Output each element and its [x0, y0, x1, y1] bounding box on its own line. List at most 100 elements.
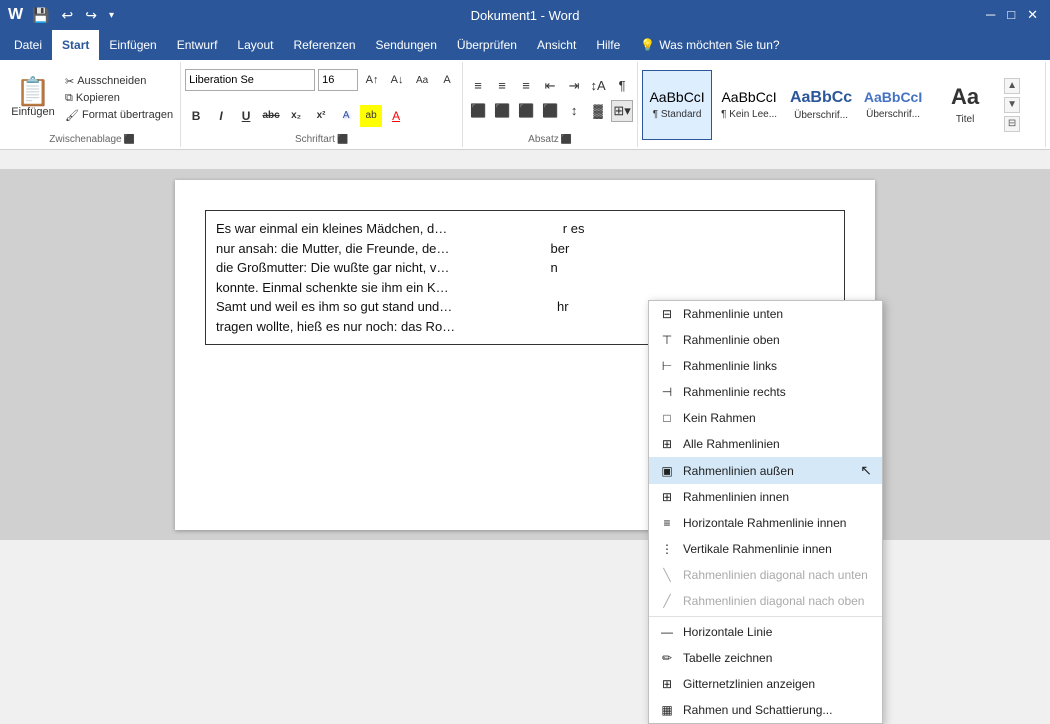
decrease-indent-btn[interactable]: ⇤	[539, 75, 561, 97]
align-left-btn[interactable]: ⬛	[467, 100, 489, 122]
decrease-font-btn[interactable]: A↓	[386, 69, 408, 91]
tab-ansicht[interactable]: Ansicht	[527, 30, 586, 60]
search-text: Was möchten Sie tun?	[659, 38, 779, 52]
paste-button[interactable]: 📋 Einfügen	[8, 68, 58, 128]
superscript-button[interactable]: x²	[310, 105, 332, 127]
mouse-cursor: ↖	[860, 462, 872, 479]
font-group-label: Schriftart ⬛	[185, 132, 458, 145]
tab-start[interactable]: Start	[52, 30, 99, 60]
bold-button[interactable]: B	[185, 105, 207, 127]
redo-icon[interactable]: ↪	[82, 7, 100, 24]
paragraph-expand-icon[interactable]: ⬛	[561, 134, 572, 145]
v-inside-icon: ⋮	[659, 541, 675, 557]
numbering-btn[interactable]: ≡	[491, 75, 513, 97]
diag-down-label: Rahmenlinien diagonal nach unten	[683, 568, 868, 582]
style-preview-standard: AaBbCcI	[649, 89, 704, 106]
styles-scroll-down[interactable]: ▼	[1004, 97, 1020, 113]
tab-layout[interactable]: Layout	[227, 30, 283, 60]
clipboard-expand-icon[interactable]: ⬛	[124, 134, 135, 145]
style-no-spacing[interactable]: AaBbCcI ¶ Kein Lee...	[714, 70, 784, 140]
document-area: Es war einmal ein kleines Mädchen, d… r …	[0, 170, 1050, 540]
sort-btn[interactable]: ↕A	[587, 75, 609, 97]
border-left-icon: ⊢	[659, 358, 675, 374]
border-top-item[interactable]: ⊤ Rahmenlinie oben	[649, 327, 882, 353]
subscript-button[interactable]: x₂	[285, 105, 307, 127]
style-heading1[interactable]: AaBbCc Überschrif...	[786, 70, 856, 140]
save-icon[interactable]: 💾	[29, 7, 52, 24]
underline-button[interactable]: U	[235, 105, 257, 127]
undo-icon[interactable]: ↩	[59, 7, 77, 24]
change-case-btn[interactable]: Aa	[411, 69, 433, 91]
h-inside-item[interactable]: ≡ Horizontale Rahmenlinie innen	[649, 510, 882, 536]
shading-btn[interactable]: ▓	[587, 100, 609, 122]
tab-ueberprufen[interactable]: Überprüfen	[447, 30, 527, 60]
style-label-heading2: Überschrif...	[866, 109, 920, 120]
tab-search[interactable]: 💡 Was möchten Sie tun?	[630, 30, 789, 60]
text-effect-btn[interactable]: A	[335, 105, 357, 127]
font-size-input[interactable]	[318, 69, 358, 91]
line-spacing-btn[interactable]: ↕	[563, 100, 585, 122]
border-right-item[interactable]: ⊣ Rahmenlinie rechts	[649, 379, 882, 405]
copy-icon: ⧉	[65, 92, 73, 105]
increase-indent-btn[interactable]: ⇥	[563, 75, 585, 97]
tab-referenzen[interactable]: Referenzen	[283, 30, 365, 60]
tab-sendungen[interactable]: Sendungen	[366, 30, 447, 60]
no-border-icon: □	[659, 410, 675, 426]
border-left-item[interactable]: ⊢ Rahmenlinie links	[649, 353, 882, 379]
style-preview-heading1: AaBbCc	[790, 88, 852, 107]
italic-button[interactable]: I	[210, 105, 232, 127]
align-right-btn[interactable]: ⬛	[515, 100, 537, 122]
style-preview-title: Aa	[951, 84, 979, 110]
tab-hilfe[interactable]: Hilfe	[586, 30, 630, 60]
clear-format-btn[interactable]: A	[436, 69, 458, 91]
cut-button[interactable]: ✂ Ausschneiden	[62, 74, 176, 89]
styles-scroll-up[interactable]: ▲	[1004, 78, 1020, 94]
increase-font-btn[interactable]: A↑	[361, 69, 383, 91]
font-row2: B I U abc x₂ x² A ab A	[185, 100, 458, 133]
copy-button[interactable]: ⧉ Kopieren	[62, 91, 176, 106]
style-heading2[interactable]: AaBbCcI Überschrif...	[858, 70, 928, 140]
window-controls: ─ □ ✕	[922, 7, 1042, 23]
format-paint-button[interactable]: 🖌 Format übertragen	[62, 108, 176, 123]
outside-borders-icon: ▣	[659, 463, 675, 479]
dropdown-icon[interactable]: ▾	[106, 10, 117, 21]
font-name-input[interactable]	[185, 69, 315, 91]
style-standard[interactable]: AaBbCcI ¶ Standard	[642, 70, 712, 140]
border-right-label: Rahmenlinie rechts	[683, 385, 786, 399]
styles-expand[interactable]: ⊟	[1004, 116, 1020, 132]
show-marks-btn[interactable]: ¶	[611, 75, 633, 97]
close-btn[interactable]: ✕	[1023, 7, 1042, 23]
paragraph-group: ≡ ≡ ≡ ⇤ ⇥ ↕A ¶ ⬛ ⬛ ⬛ ⬛ ↕ ▓ ⊞▾ Absatz ⬛	[463, 62, 638, 147]
draw-table-item[interactable]: ✏ Tabelle zeichnen	[649, 645, 882, 671]
show-grid-item[interactable]: ⊞ Gitternetzlinien anzeigen	[649, 671, 882, 697]
menu-separator-1	[649, 616, 882, 617]
minimize-btn[interactable]: ─	[982, 7, 999, 23]
tab-entwurf[interactable]: Entwurf	[167, 30, 228, 60]
inside-borders-item[interactable]: ⊞ Rahmenlinien innen	[649, 484, 882, 510]
style-title[interactable]: Aa Titel	[930, 70, 1000, 140]
format-paint-icon: 🖌	[65, 109, 79, 122]
bullets-btn[interactable]: ≡	[467, 75, 489, 97]
multilevel-btn[interactable]: ≡	[515, 75, 537, 97]
border-bottom-item[interactable]: ⊟ Rahmenlinie unten	[649, 301, 882, 327]
no-border-item[interactable]: □ Kein Rahmen	[649, 405, 882, 431]
style-label-standard: ¶ Standard	[653, 109, 702, 120]
show-grid-label: Gitternetzlinien anzeigen	[683, 677, 815, 691]
strikethrough-button[interactable]: abc	[260, 105, 282, 127]
font-expand-icon[interactable]: ⬛	[337, 134, 348, 145]
borders-btn[interactable]: ⊞▾	[611, 100, 633, 122]
highlight-btn[interactable]: ab	[360, 105, 382, 127]
all-borders-item[interactable]: ⊞ Alle Rahmenlinien	[649, 431, 882, 457]
justify-btn[interactable]: ⬛	[539, 100, 561, 122]
diag-up-label: Rahmenlinien diagonal nach oben	[683, 594, 864, 608]
tab-datei[interactable]: Datei	[4, 30, 52, 60]
h-line-item[interactable]: ― Horizontale Linie	[649, 619, 882, 645]
border-shade-item[interactable]: ▦ Rahmen und Schattierung...	[649, 697, 882, 723]
border-bottom-icon: ⊟	[659, 306, 675, 322]
align-center-btn[interactable]: ⬛	[491, 100, 513, 122]
quick-access-toolbar: W 💾 ↩ ↪ ▾	[8, 6, 128, 24]
maximize-btn[interactable]: □	[1003, 7, 1019, 23]
outside-borders-item[interactable]: ▣ Rahmenlinien außen ↖	[649, 457, 882, 484]
tab-einfuegen[interactable]: Einfügen	[99, 30, 166, 60]
font-color-btn[interactable]: A	[385, 105, 407, 127]
